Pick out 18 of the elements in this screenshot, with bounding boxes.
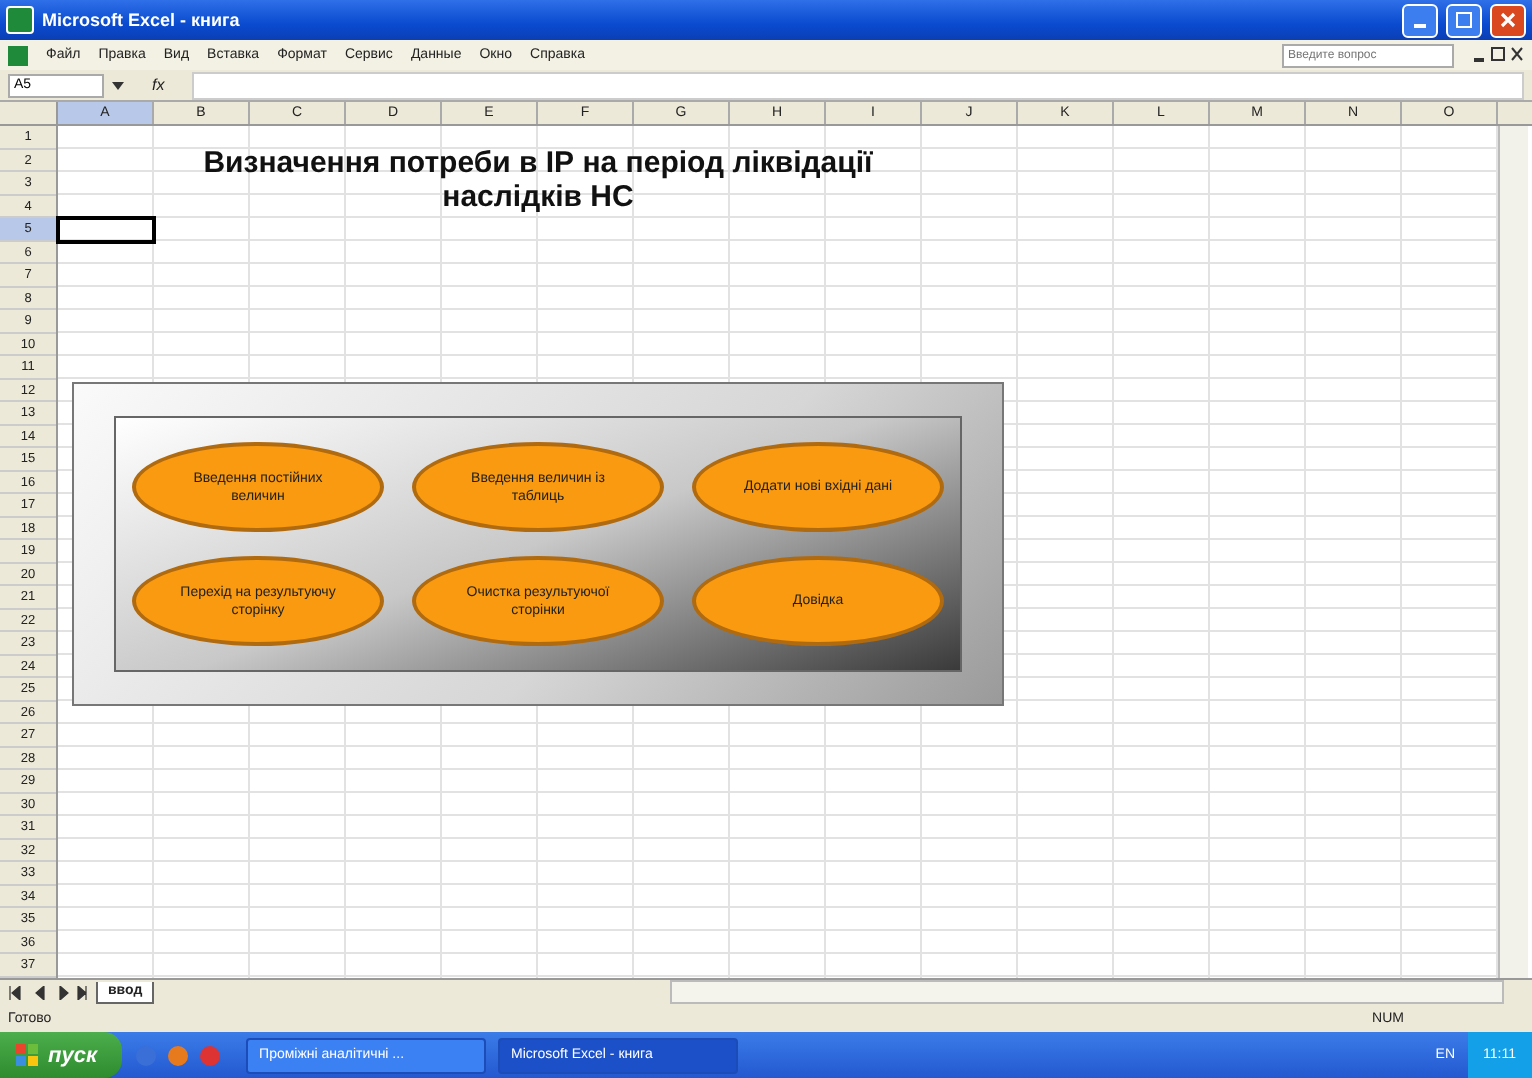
dropdown-icon[interactable] bbox=[112, 81, 124, 89]
function-button[interactable]: fx bbox=[132, 76, 185, 94]
maximize-button[interactable] bbox=[1446, 3, 1482, 37]
vertical-scrollbar[interactable] bbox=[1498, 126, 1528, 978]
close-button[interactable] bbox=[1490, 3, 1526, 37]
maximize-icon bbox=[1456, 12, 1472, 28]
horizontal-scrollbar[interactable] bbox=[670, 980, 1504, 1004]
sheet-nav-icon[interactable] bbox=[8, 985, 88, 999]
formula-field[interactable] bbox=[192, 71, 1524, 99]
window-controls-icon[interactable] bbox=[1472, 45, 1524, 65]
excel-icon bbox=[8, 45, 28, 65]
sheet-heading: Визначення потреби в ІР на період ліквідації наслідків НС bbox=[201, 146, 875, 214]
windows-logo-icon bbox=[16, 1043, 40, 1067]
excel-icon bbox=[6, 6, 34, 34]
window-title: Microsoft Excel - книга bbox=[42, 10, 240, 30]
close-icon bbox=[1500, 12, 1516, 28]
minimize-button[interactable] bbox=[1402, 3, 1438, 37]
active-cell[interactable] bbox=[56, 216, 156, 244]
